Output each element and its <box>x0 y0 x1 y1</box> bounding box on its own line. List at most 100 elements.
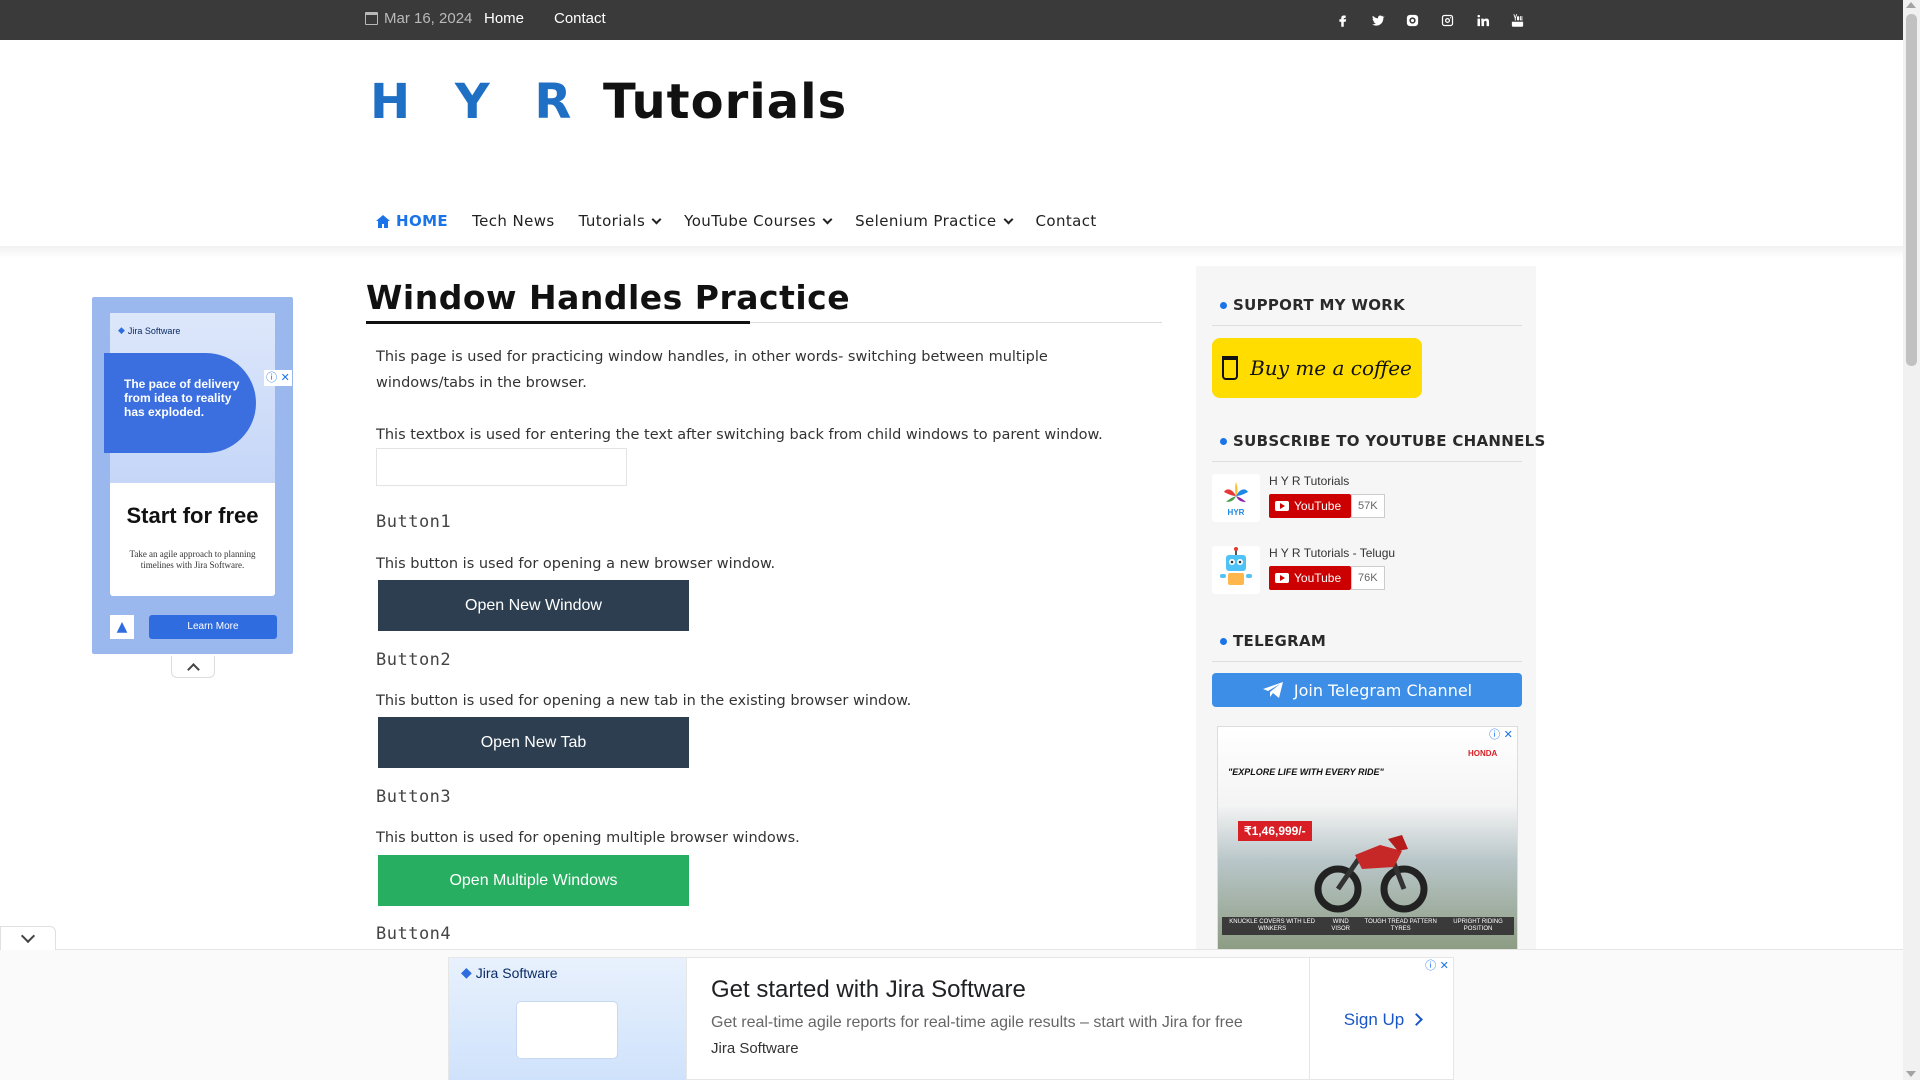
bottom-ad-title: Get started with Jira Software <box>711 976 1026 1003</box>
left-ad-brand: ◆ Jira Software <box>118 325 181 336</box>
button4-heading: Button4 <box>376 924 452 944</box>
channel-avatar[interactable] <box>1212 546 1260 594</box>
nav-item-label: Selenium Practice <box>855 212 997 230</box>
facebook-icon[interactable] <box>1330 8 1354 32</box>
top-link-contact[interactable]: Contact <box>554 10 606 27</box>
collapse-ad-button[interactable] <box>171 656 215 678</box>
widget-divider <box>1212 325 1522 326</box>
ad-close-icon[interactable]: ⓘ ✕ <box>264 370 292 386</box>
name-textbox[interactable] <box>376 448 627 486</box>
button2-description: This button is used for opening a new ta… <box>376 693 912 709</box>
sidebar-ad[interactable]: HONDA "EXPLORE LIFE WITH EVERY RIDE" ₹1,… <box>1217 726 1518 951</box>
dashboard-illustration <box>517 1002 617 1058</box>
main-nav: HOME Tech News Tutorials YouTube Courses… <box>376 208 1121 234</box>
ad-close-icon[interactable]: ⓘ ✕ <box>1486 727 1516 743</box>
ad-price: ₹1,46,999/- <box>1238 821 1312 841</box>
bottom-ad-advertiser: Jira Software <box>711 1040 799 1057</box>
telegram-icon <box>1262 682 1283 698</box>
youtube-channel-row: HYR H Y R Tutorials YouTube 57K <box>1212 474 1522 526</box>
header-divider <box>0 246 1903 258</box>
left-ad-banner: ◆ Jira Software The pace of delivery fro… <box>104 313 275 483</box>
youtube-play-icon <box>1275 573 1289 583</box>
button2-heading: Button2 <box>376 650 452 670</box>
ad-close-icon[interactable]: ⓘ ✕ <box>1422 958 1452 974</box>
logo-hyr: H Y R <box>370 74 586 130</box>
motorcycle-image <box>1314 835 1428 913</box>
scroll-down-arrow-icon[interactable] <box>1906 1071 1916 1077</box>
scroll-up-arrow-icon[interactable] <box>1906 2 1916 8</box>
instagram-icon[interactable] <box>1435 8 1459 32</box>
textbox-description: This textbox is used for entering the te… <box>376 427 1103 443</box>
nav-item-tutorials[interactable]: Tutorials <box>578 212 662 230</box>
ad-feature: UPRIGHT RIDING POSITION <box>1442 917 1514 935</box>
join-telegram-button[interactable]: Join Telegram Channel <box>1212 673 1522 707</box>
nav-item-home[interactable]: HOME <box>376 212 448 230</box>
nav-item-label: Tech News <box>472 212 555 230</box>
open-multiple-windows-button[interactable]: Open Multiple Windows <box>378 855 689 906</box>
telegram-title: TELEGRAM <box>1220 632 1326 650</box>
nav-item-label: Contact <box>1035 212 1097 230</box>
date-text: Mar 16, 2024 <box>384 10 473 27</box>
nav-item-selenium-practice[interactable]: Selenium Practice <box>855 212 1013 230</box>
nav-item-contact[interactable]: Contact <box>1036 212 1097 230</box>
bottom-ad[interactable]: ◆ Jira Software Get started with Jira So… <box>448 957 1454 1080</box>
youtube-subscribe-button[interactable]: YouTube <box>1269 494 1351 518</box>
nav-item-label: YouTube Courses <box>684 212 817 230</box>
bottom-ad-divider <box>0 949 1903 950</box>
chevron-down-icon <box>651 214 662 224</box>
ad-feature: WIND VISOR <box>1322 917 1360 935</box>
site-logo[interactable]: H Y R Tutorials <box>370 74 847 130</box>
channel-avatar[interactable]: HYR <box>1212 474 1260 522</box>
chevron-up-icon <box>186 662 200 676</box>
ad-feature: KNUCKLE COVERS WITH LED WINKERS <box>1222 917 1323 935</box>
learn-more-button[interactable]: Learn More <box>149 615 277 639</box>
top-bar: Mar 16, 2024 Home Contact <box>0 0 1903 40</box>
chevron-right-icon <box>1410 1013 1424 1026</box>
home-icon <box>376 214 390 228</box>
chevron-down-icon <box>1003 214 1013 224</box>
left-ad-headline: Start for free <box>126 503 259 528</box>
nav-item-label: Tutorials <box>578 212 646 230</box>
bottom-ad-image: ◆ Jira Software <box>449 958 687 1080</box>
jira-icon: ◆ <box>118 325 125 335</box>
support-title: SUPPORT MY WORK <box>1220 296 1405 314</box>
button3-description: This button is used for opening multiple… <box>376 830 800 846</box>
scrollbar-thumb[interactable] <box>1906 14 1917 366</box>
nav-item-youtube-courses[interactable]: YouTube Courses <box>684 212 833 230</box>
channel-name[interactable]: H Y R Tutorials - Telugu <box>1269 546 1395 560</box>
top-link-home[interactable]: Home <box>484 10 524 27</box>
honda-logo: HONDA <box>1468 749 1498 758</box>
subscribe-title: SUBSCRIBE TO YOUTUBE CHANNELS <box>1220 432 1546 450</box>
open-new-tab-button[interactable]: Open New Tab <box>378 717 689 768</box>
left-ad-subtext: Take an agile approach to planning timel… <box>129 549 256 570</box>
channel-name[interactable]: H Y R Tutorials <box>1269 474 1349 488</box>
logo-tutorials: Tutorials <box>603 74 848 130</box>
collapse-bottom-ad-button[interactable] <box>0 926 56 950</box>
skype-icon[interactable] <box>1400 8 1424 32</box>
open-new-window-button[interactable]: Open New Window <box>378 580 689 631</box>
left-ad-card: ◆ Jira Software The pace of delivery fro… <box>104 313 275 596</box>
buy-me-a-coffee-button[interactable]: Buy me a coffee <box>1212 338 1422 398</box>
bullet-dot <box>1220 637 1227 645</box>
youtube-play-icon <box>1275 501 1289 511</box>
title-underline <box>366 321 750 324</box>
youtube-channel-row: H Y R Tutorials - Telugu YouTube 76K <box>1212 546 1522 598</box>
twitter-icon[interactable] <box>1365 8 1389 32</box>
jira-icon: ◆ <box>461 964 472 980</box>
nav-item-tech-news[interactable]: Tech News <box>472 212 555 230</box>
ad-features: KNUCKLE COVERS WITH LED WINKERS WIND VIS… <box>1222 917 1514 935</box>
widget-divider <box>1212 661 1522 662</box>
page-title: Window Handles Practice <box>366 278 851 317</box>
bottom-ad-description: Get real-time agile reports for real-tim… <box>711 1014 1243 1031</box>
ad-tagline: "EXPLORE LIFE WITH EVERY RIDE" <box>1228 767 1384 777</box>
youtube-icon[interactable] <box>1505 8 1529 32</box>
ad-feature: TOUGH TREAD PATTERN TYRES <box>1359 917 1443 935</box>
left-ad[interactable]: ◆ Jira Software The pace of delivery fro… <box>92 297 293 654</box>
linkedin-icon[interactable] <box>1470 8 1494 32</box>
youtube-subscribe-button[interactable]: YouTube <box>1269 566 1351 590</box>
subscriber-count: 57K <box>1351 494 1385 518</box>
sign-up-button[interactable]: Sign Up <box>1309 958 1455 1080</box>
subscriber-count: 76K <box>1351 566 1385 590</box>
chevron-down-icon <box>822 214 833 224</box>
calendar-icon <box>365 12 378 25</box>
